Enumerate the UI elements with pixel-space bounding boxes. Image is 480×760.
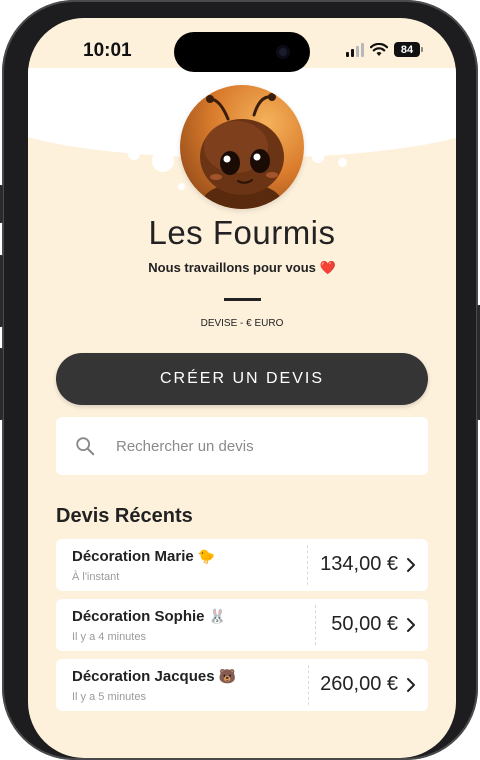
search-input[interactable]	[114, 436, 398, 456]
chick-emoji-icon: 🐤	[197, 548, 216, 564]
brand-name: Les Fourmis	[148, 214, 336, 251]
recent-quotes-title: Devis Récents	[56, 505, 193, 527]
quote-time: Il y a 5 minutes	[72, 691, 146, 703]
currency-label: DEVISE - € EURO	[200, 318, 284, 329]
divider	[224, 298, 261, 301]
bubble-decoration	[178, 183, 185, 190]
bubble-decoration	[338, 158, 347, 167]
wifi-icon	[370, 42, 388, 56]
bubble-decoration	[128, 148, 140, 160]
dynamic-island	[174, 32, 310, 72]
status-time: 10:01	[83, 40, 132, 61]
brand-tagline: Nous travaillons pour vous ❤️	[148, 260, 336, 275]
bubble-decoration	[152, 150, 174, 172]
search-bar[interactable]	[56, 417, 428, 475]
bubble-decoration	[80, 125, 92, 137]
camera-icon	[276, 45, 290, 59]
quote-amount: 134,00 €	[320, 553, 398, 575]
card-separator	[315, 605, 316, 645]
quote-name: Décoration Jacques 🐻	[72, 668, 236, 685]
card-separator	[308, 665, 309, 705]
quote-amount: 260,00 €	[320, 673, 398, 695]
bear-emoji-icon: 🐻	[218, 668, 236, 684]
volume-up-button	[0, 255, 3, 327]
create-quote-button[interactable]: CRÉER UN DEVIS	[56, 353, 428, 405]
card-separator	[307, 545, 308, 585]
quote-card[interactable]: Décoration Jacques 🐻 Il y a 5 minutes 260…	[56, 659, 428, 711]
quote-time: À l'instant	[72, 571, 120, 583]
chevron-right-icon	[407, 678, 415, 692]
action-button	[0, 185, 3, 223]
status-icons: 84	[346, 42, 423, 57]
quote-name: Décoration Marie 🐤	[72, 548, 216, 565]
quote-card[interactable]: Décoration Marie 🐤 À l'instant 134,00 €	[56, 539, 428, 591]
chevron-right-icon	[407, 558, 415, 572]
status-bar: 10:01 84	[28, 18, 456, 88]
chevron-right-icon	[407, 618, 415, 632]
quote-time: Il y a 4 minutes	[72, 631, 146, 643]
bubble-decoration	[354, 128, 374, 148]
ant-mascot-image	[200, 93, 284, 209]
quote-card[interactable]: Décoration Sophie 🐰 Il y a 4 minutes 50,0…	[56, 599, 428, 651]
search-icon	[76, 437, 95, 456]
quote-amount: 50,00 €	[331, 613, 398, 635]
battery-icon: 84	[394, 42, 423, 57]
phone-frame: 10:01 84 Les Fourmis Nous travaillons po…	[0, 0, 480, 760]
app-screen: 10:01 84 Les Fourmis Nous travaillons po…	[28, 18, 456, 758]
quote-name: Décoration Sophie 🐰	[72, 608, 226, 625]
ant-mascot-avatar	[180, 85, 304, 209]
rabbit-emoji-icon: 🐰	[208, 608, 226, 624]
volume-down-button	[0, 348, 3, 420]
signal-icon	[346, 42, 364, 57]
bubble-decoration	[312, 151, 324, 163]
